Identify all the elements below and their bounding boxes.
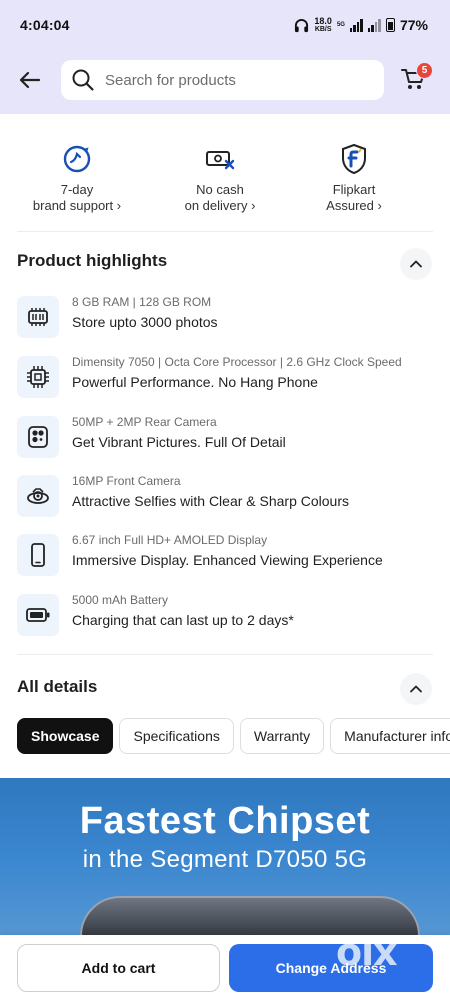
back-arrow-icon[interactable] — [16, 66, 44, 94]
display-icon — [17, 534, 59, 576]
highlight-item-battery: 5000 mAh Battery Charging that can last … — [17, 592, 437, 640]
divider — [17, 231, 433, 232]
app-header: 4:04:04 18.0 KB/S 5G 77% Search for prod… — [0, 0, 450, 114]
tab-warranty[interactable]: Warranty — [239, 718, 325, 754]
chevron-up-icon — [410, 685, 422, 693]
signal-icon-2 — [367, 18, 381, 32]
add-to-cart-button[interactable]: Add to cart — [17, 944, 220, 992]
assurance-brand-support[interactable]: 7-day brand support › — [2, 132, 152, 214]
net-speed: 18.0 KB/S — [314, 16, 332, 34]
highlight-item-processor: Dimensity 7050 | Octa Core Processor | 2… — [17, 354, 437, 402]
search-input[interactable]: Search for products — [61, 60, 384, 100]
cart-count-badge: 5 — [416, 62, 433, 79]
network-type: 5G — [336, 21, 345, 28]
status-bar: 4:04:04 18.0 KB/S 5G 77% — [0, 0, 450, 50]
battery-percent: 77% — [399, 17, 428, 33]
details-tabs: Showcase Specifications Warranty Manufactur… — [17, 718, 450, 754]
highlights-title: Product highlights — [17, 251, 168, 270]
assurance-row: 7-day brand support › No cash on deliver… — [0, 132, 450, 222]
rear-camera-icon — [17, 416, 59, 458]
battery-icon — [385, 18, 395, 32]
showcase-banner: Fastest Chipset in the Segment D7050 5G — [0, 778, 450, 950]
tab-showcase[interactable]: Showcase — [17, 718, 114, 754]
processor-icon — [17, 356, 59, 398]
headphones-icon — [295, 18, 309, 32]
banner-subline: in the Segment D7050 5G — [82, 846, 368, 873]
status-indicators: 18.0 KB/S 5G 77% — [294, 15, 428, 35]
tab-specifications[interactable]: Specifications — [119, 718, 234, 754]
assurance-flipkart-assured[interactable]: Flipkart Assured › — [279, 132, 429, 214]
battery-icon — [17, 594, 59, 636]
divider — [17, 654, 433, 655]
cart-button[interactable]: 5 — [400, 62, 433, 96]
no-cash-icon — [203, 142, 237, 176]
chevron-up-icon — [410, 260, 422, 268]
highlight-item-rear-camera: 50MP + 2MP Rear Camera Get Vibrant Pictu… — [17, 414, 437, 462]
search-icon — [72, 69, 94, 91]
assured-shield-icon — [337, 142, 371, 176]
status-time: 4:04:04 — [20, 17, 70, 33]
front-camera-icon — [17, 475, 59, 517]
highlight-item-display: 6.67 inch Full HD+ AMOLED Display Immers… — [17, 532, 437, 580]
olx-watermark: olx — [336, 930, 398, 974]
signal-icon — [349, 18, 363, 32]
support-icon — [60, 142, 94, 176]
collapse-highlights-button[interactable] — [400, 248, 432, 280]
assurance-no-cash[interactable]: No cash on delivery › — [145, 132, 295, 214]
memory-icon — [17, 296, 59, 338]
details-title: All details — [17, 677, 98, 696]
highlight-item-front-camera: 16MP Front Camera Attractive Selfies wit… — [17, 473, 437, 521]
tab-manufacturer-info[interactable]: Manufacturer info — [330, 718, 450, 754]
banner-headline: Fastest Chipset — [79, 800, 371, 842]
collapse-details-button[interactable] — [400, 673, 432, 705]
highlight-item-memory: 8 GB RAM | 128 GB ROM Store upto 3000 ph… — [17, 294, 437, 342]
change-address-button[interactable]: Change Address — [229, 944, 433, 992]
search-placeholder: Search for products — [105, 71, 236, 89]
